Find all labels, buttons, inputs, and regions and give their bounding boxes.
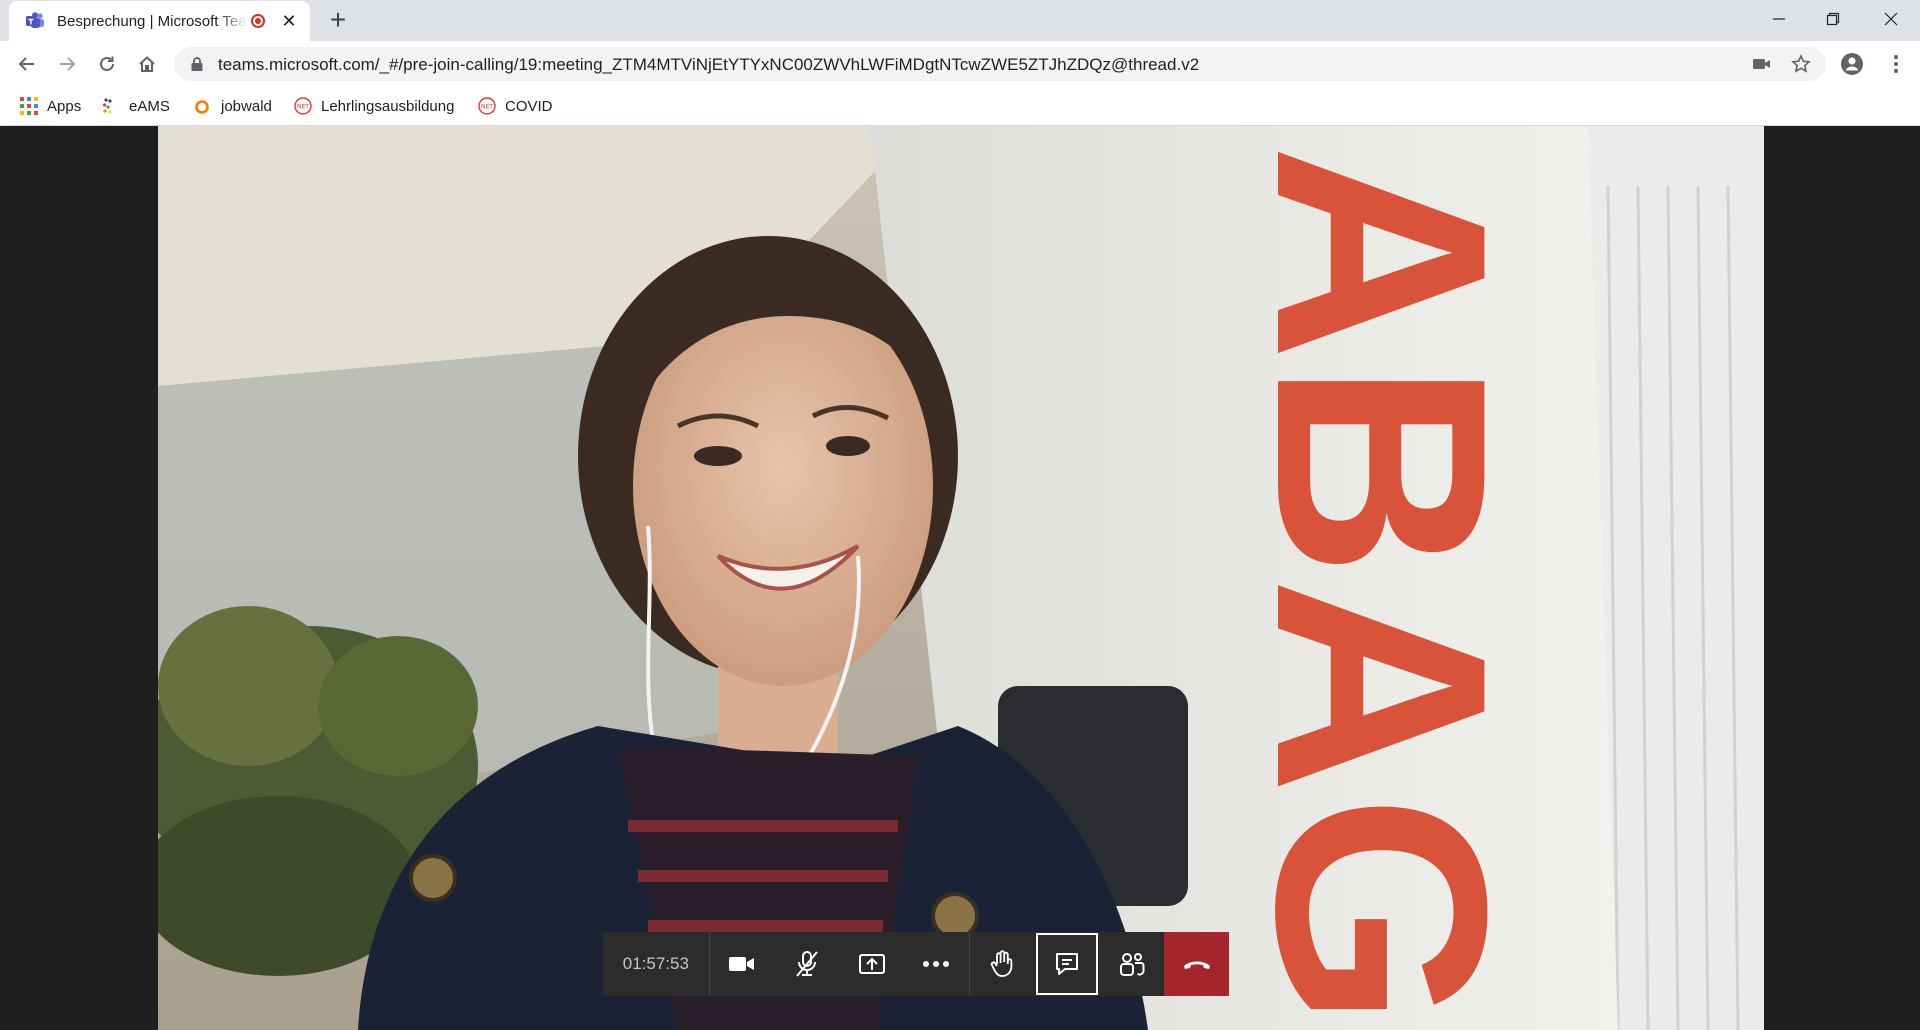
browser-toolbar: teams.microsoft.com/_#/pre-join-calling/…	[0, 41, 1920, 87]
browser-tab-teams[interactable]: Besprechung | Microsoft Teams ✕	[9, 1, 310, 41]
net-icon: NET	[478, 97, 496, 115]
lock-icon	[190, 56, 204, 77]
chat-icon	[1056, 953, 1079, 975]
profile-button[interactable]	[1838, 50, 1866, 78]
jobwald-icon	[194, 97, 212, 115]
share-screen-button[interactable]	[839, 932, 904, 996]
teams-logo-icon	[25, 11, 45, 31]
camera-in-use-icon[interactable]	[1752, 55, 1772, 78]
video-camera-icon	[729, 957, 755, 971]
reload-icon	[100, 56, 114, 71]
bookmark-jobwald[interactable]: jobwald	[194, 95, 272, 117]
home-button[interactable]	[133, 50, 161, 78]
camera-toggle-button[interactable]	[710, 932, 775, 996]
mic-off-icon	[796, 951, 818, 977]
svg-text:NET: NET	[481, 104, 493, 111]
address-bar[interactable]: teams.microsoft.com/_#/pre-join-calling/…	[174, 47, 1826, 81]
bookmark-label: COVID	[505, 97, 553, 115]
bookmark-label: eAMS	[129, 97, 170, 115]
video-frame-scene: ABAG	[158, 126, 1764, 1030]
home-icon	[139, 56, 155, 72]
apps-grid-icon	[20, 97, 38, 115]
bookmark-label: Apps	[47, 97, 82, 115]
banner-text: ABAG	[1214, 144, 1550, 1027]
chat-button[interactable]	[1035, 932, 1100, 996]
call-controls-bar: 01:57:53	[603, 932, 1230, 996]
url-text: teams.microsoft.com/_#/pre-join-calling/…	[218, 55, 1200, 74]
tab-title: Besprechung | Microsoft Teams	[57, 12, 247, 30]
bookmark-label: jobwald	[221, 97, 272, 115]
forward-button[interactable]	[53, 50, 81, 78]
mic-toggle-button[interactable]	[774, 932, 839, 996]
participant-video: ABAG	[158, 126, 1764, 1030]
share-tray-icon	[858, 954, 885, 974]
bookmark-covid[interactable]: NET COVID	[478, 95, 553, 117]
back-button[interactable]	[13, 50, 41, 78]
svg-text:NET: NET	[297, 104, 309, 111]
bookmark-eams[interactable]: eAMS	[102, 95, 170, 117]
tab-strip: Besprechung | Microsoft Teams ✕ +	[0, 0, 1920, 41]
eams-icon	[102, 97, 120, 115]
raise-hand-button[interactable]	[970, 932, 1035, 996]
minimize-icon	[1773, 18, 1785, 20]
hand-icon	[991, 950, 1013, 977]
net-icon: NET	[294, 97, 312, 115]
tab-close-icon[interactable]: ✕	[279, 11, 299, 32]
bookmark-apps[interactable]: Apps	[20, 95, 81, 117]
people-icon	[1119, 953, 1145, 976]
bookmark-lehrlingsausbildung[interactable]: NET Lehrlingsausbildung	[294, 95, 454, 117]
account-circle-icon	[1841, 53, 1863, 75]
participants-button[interactable]	[1099, 932, 1164, 996]
close-window-button[interactable]	[1864, 0, 1918, 38]
browser-menu-button[interactable]	[1882, 50, 1910, 78]
more-actions-button[interactable]	[904, 932, 970, 996]
more-dots-icon	[923, 961, 950, 967]
banner-logo: ABAG	[1214, 144, 1550, 1027]
close-icon	[1884, 12, 1898, 26]
bookmark-label: Lehrlingsausbildung	[321, 97, 455, 115]
restore-icon	[1826, 12, 1840, 26]
hang-up-button[interactable]	[1164, 932, 1230, 996]
arrow-right-icon	[60, 57, 76, 71]
arrow-left-icon	[18, 57, 34, 71]
call-timer: 01:57:53	[603, 932, 710, 996]
recording-indicator-icon	[251, 14, 265, 28]
phone-hangup-icon	[1183, 961, 1210, 969]
bookmark-star-icon[interactable]	[1791, 54, 1811, 79]
minimize-button[interactable]	[1752, 0, 1806, 38]
restore-button[interactable]	[1806, 0, 1860, 38]
meeting-stage: ABAG 01:57:53	[0, 126, 1920, 1030]
kebab-menu-icon	[1894, 55, 1898, 73]
bookmarks-bar: Apps eAMS jobwald NET Lehrlingsausbildun…	[0, 87, 1920, 126]
reload-button[interactable]	[93, 50, 121, 78]
new-tab-button[interactable]: +	[324, 6, 352, 34]
